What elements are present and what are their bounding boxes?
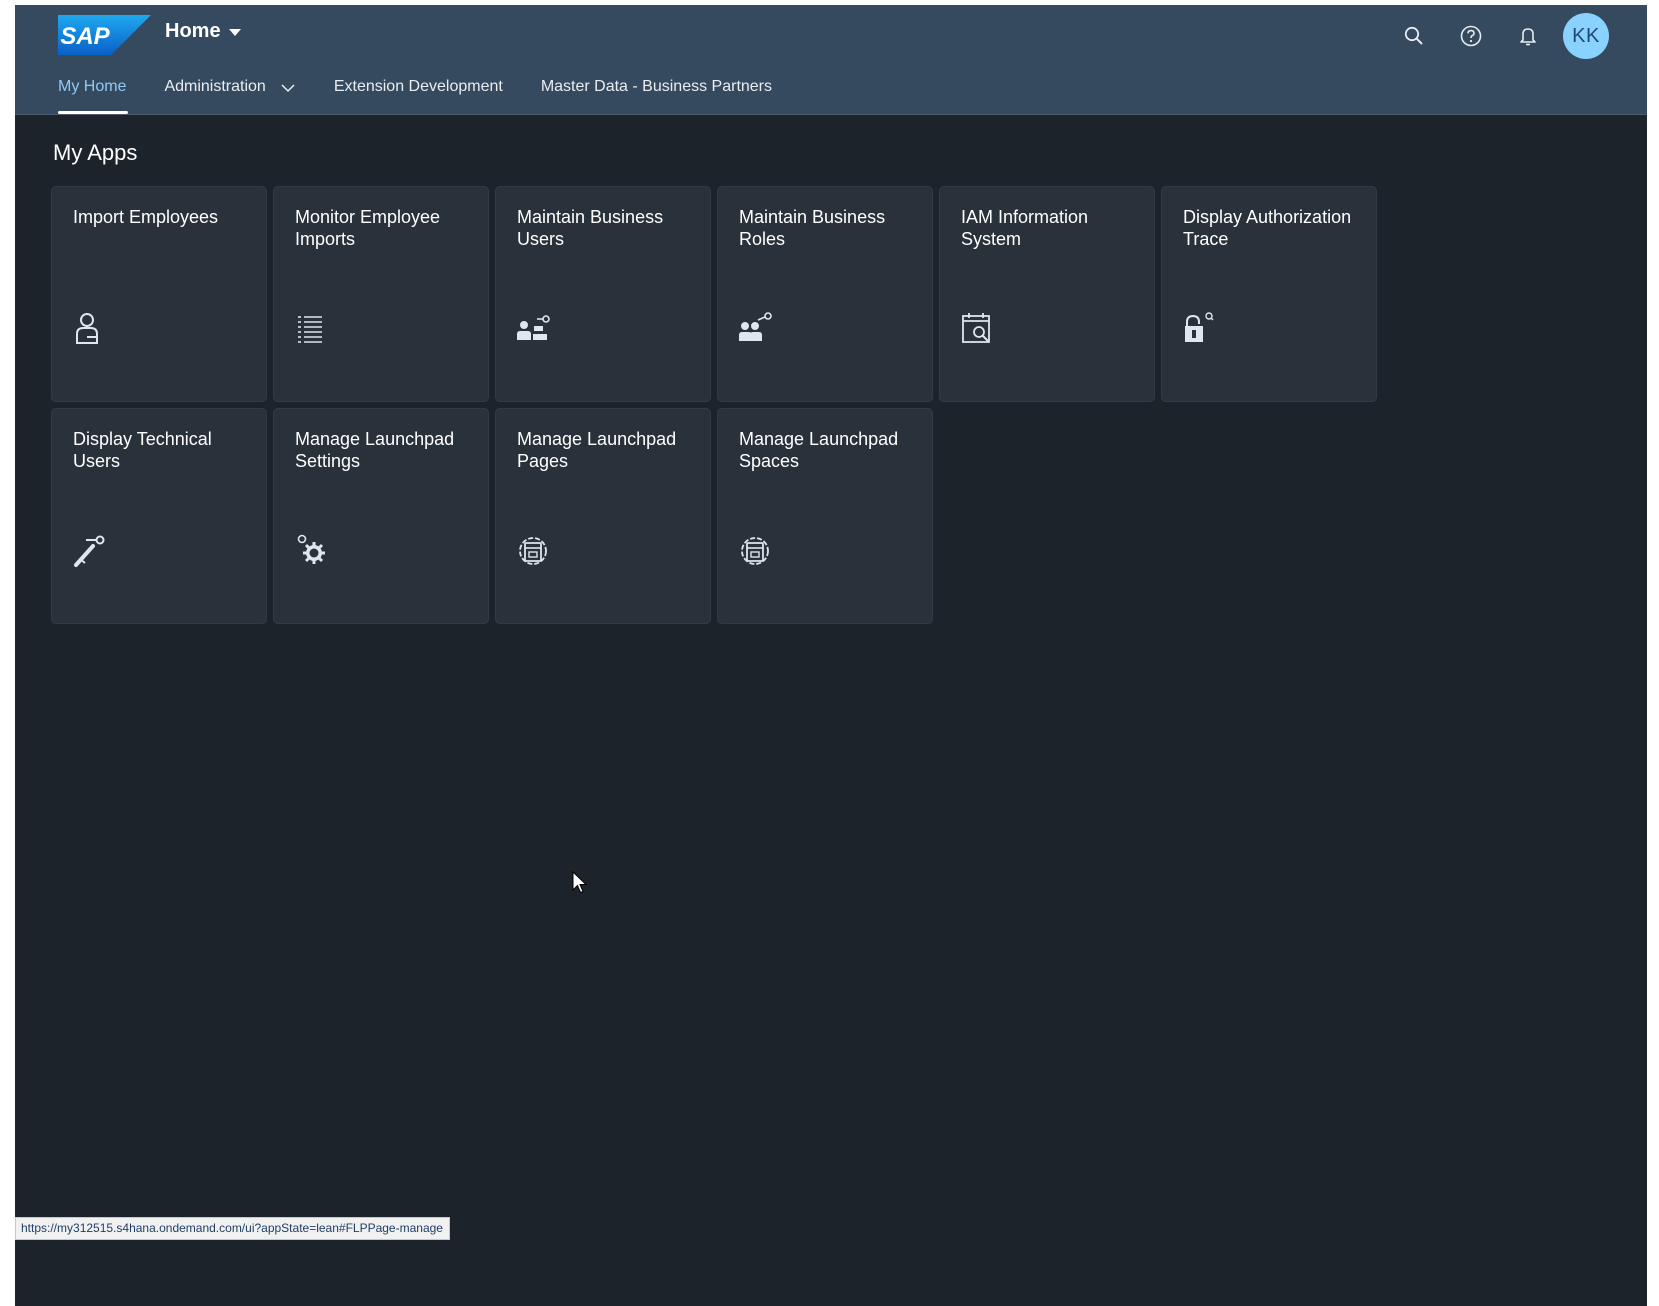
tile-title: Import Employees xyxy=(73,207,219,227)
tile-title: Manage Launchpad Spaces xyxy=(739,429,899,471)
tile-maintain-business-users[interactable]: Maintain Business Users xyxy=(496,187,710,401)
business-users-icon xyxy=(517,315,550,340)
tab-administration[interactable]: Administration xyxy=(164,71,295,115)
tab-label: My Home xyxy=(58,78,127,95)
launchpad-spaces-icon xyxy=(741,537,769,565)
tile-display-technical-users[interactable]: Display Technical Users xyxy=(52,409,266,623)
tile-display-authorization-trace[interactable]: Display Authorization Trace xyxy=(1162,187,1376,401)
launchpad-pages-icon xyxy=(519,537,547,565)
help-icon xyxy=(1460,25,1482,47)
business-roles-icon xyxy=(739,312,772,341)
tile-manage-launchpad-settings[interactable]: Manage Launchpad Settings xyxy=(274,409,488,623)
tile-title: Maintain Business Roles xyxy=(739,207,886,249)
tab-label: Administration xyxy=(164,78,266,95)
tab-label: Extension Development xyxy=(333,78,503,95)
employee-icon xyxy=(76,313,98,344)
tab-master-data-business-partners[interactable]: Master Data - Business Partners xyxy=(541,71,772,115)
tile-manage-launchpad-spaces[interactable]: Manage Launchpad Spaces xyxy=(718,409,932,623)
tile-import-employees[interactable]: Import Employees xyxy=(52,187,266,401)
tab-extension-development[interactable]: Extension Development xyxy=(334,71,503,115)
tile-title: IAM Information System xyxy=(961,207,1089,249)
user-avatar[interactable]: KK xyxy=(1563,13,1609,59)
section-title: My Apps xyxy=(53,140,138,165)
search-icon xyxy=(1404,26,1423,45)
tile-title: Display Authorization Trace xyxy=(1183,207,1352,249)
header-actions: KK xyxy=(1377,13,1609,59)
tile-monitor-employee-imports[interactable]: Monitor Employee Imports xyxy=(274,187,488,401)
list-icon xyxy=(298,316,322,343)
tile-iam-information-system[interactable]: IAM Information System xyxy=(940,187,1154,401)
app-title-menu[interactable]: Home xyxy=(165,20,241,43)
tab-my-home[interactable]: My Home xyxy=(58,71,129,115)
chevron-down-icon xyxy=(281,84,295,93)
launchpad-window: SAP Home KK My Home Administration Exten… xyxy=(15,5,1647,1306)
notifications-button[interactable] xyxy=(1508,16,1548,56)
tile-title: Manage Launchpad Pages xyxy=(517,429,677,471)
help-button[interactable] xyxy=(1451,16,1491,56)
sap-logo[interactable]: SAP xyxy=(58,15,151,55)
lock-search-icon xyxy=(1185,312,1214,342)
tile-title: Display Technical Users xyxy=(73,429,212,471)
status-bar-url: https://my312515.s4hana.ondemand.com/ui?… xyxy=(15,1217,450,1240)
nav-tabs: My Home Administration Extension Develop… xyxy=(58,71,810,115)
tile-title: Manage Launchpad Settings xyxy=(295,429,455,471)
calendar-search-icon xyxy=(962,313,990,343)
tile-title: Maintain Business Users xyxy=(517,207,664,249)
search-button[interactable] xyxy=(1394,16,1434,56)
tab-label: Master Data - Business Partners xyxy=(540,78,773,95)
mouse-cursor-icon xyxy=(572,871,588,894)
settings-gears-icon xyxy=(297,534,325,564)
tile-maintain-business-roles[interactable]: Maintain Business Roles xyxy=(718,187,932,401)
svg-text:SAP: SAP xyxy=(60,23,110,50)
app-title: Home xyxy=(165,20,221,42)
caret-down-icon xyxy=(228,29,241,36)
shell-header: SAP Home KK My Home Administration Exten… xyxy=(15,5,1647,115)
bell-icon xyxy=(1520,28,1536,46)
technical-user-icon xyxy=(74,535,105,567)
tile-title: Monitor Employee Imports xyxy=(295,207,441,249)
tile-manage-launchpad-pages[interactable]: Manage Launchpad Pages xyxy=(496,409,710,623)
